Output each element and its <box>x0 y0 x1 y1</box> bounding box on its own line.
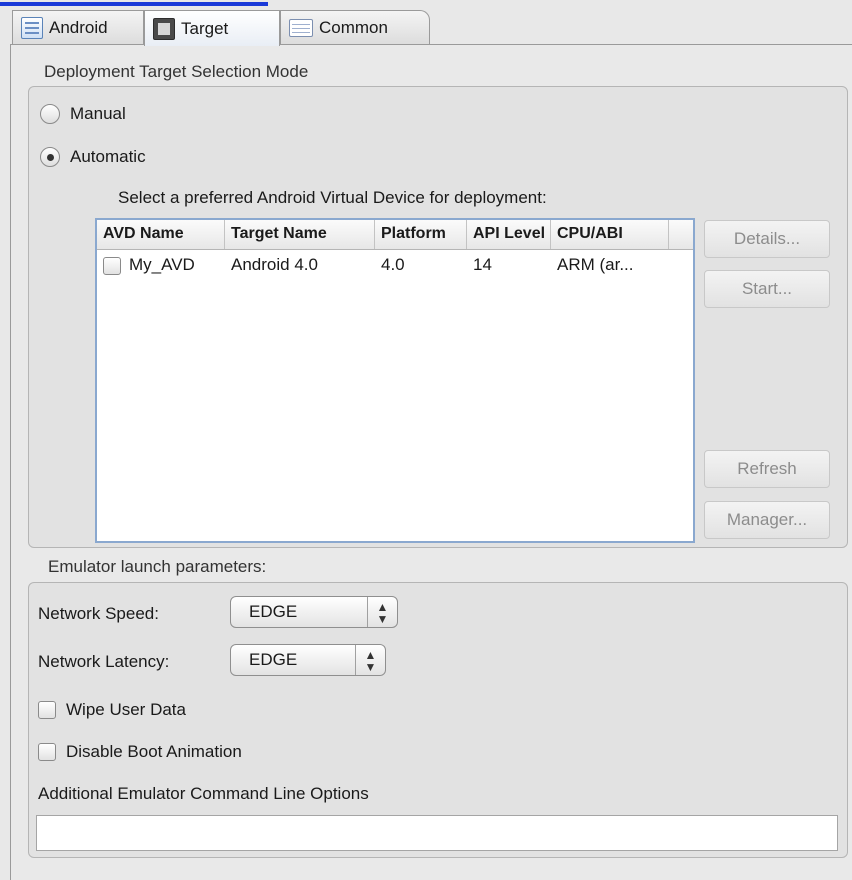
additional-options-input[interactable] <box>36 815 838 851</box>
column-header-avd-name[interactable]: AVD Name <box>97 220 225 249</box>
manual-radio[interactable] <box>40 104 60 124</box>
column-header-cpu-abi[interactable]: CPU/ABI <box>551 220 669 249</box>
details-button[interactable]: Details... <box>704 220 830 258</box>
column-header-target-name[interactable]: Target Name <box>225 220 375 249</box>
avd-table-header: AVD Name Target Name Platform API Level … <box>97 220 693 250</box>
manager-button[interactable]: Manager... <box>704 501 830 539</box>
tab-bar: Android Target Common <box>12 10 430 46</box>
tab-android-label: Android <box>49 18 108 37</box>
network-speed-label: Network Speed: <box>38 604 159 623</box>
refresh-button[interactable]: Refresh <box>704 450 830 488</box>
api-level-cell: 14 <box>473 255 492 274</box>
automatic-radio-row[interactable]: Automatic <box>40 147 146 167</box>
network-speed-select[interactable]: EDGE ▲ ▼ <box>230 596 398 628</box>
emulator-section-title: Emulator launch parameters: <box>48 557 267 576</box>
network-latency-value: EDGE <box>249 650 298 669</box>
tab-common[interactable]: Common <box>280 10 430 45</box>
avd-name-value: My_AVD <box>129 255 195 274</box>
common-settings-icon <box>289 19 313 37</box>
column-header-platform[interactable]: Platform <box>375 220 467 249</box>
disable-boot-animation-checkbox[interactable] <box>38 743 56 761</box>
disable-boot-animation-label: Disable Boot Animation <box>66 742 242 761</box>
target-device-icon <box>153 17 175 40</box>
wipe-user-data-label: Wipe User Data <box>66 700 186 719</box>
tab-android[interactable]: Android <box>12 10 144 45</box>
automatic-radio[interactable] <box>40 147 60 167</box>
tab-target[interactable]: Target <box>144 10 280 46</box>
updown-arrows-icon: ▲ ▼ <box>367 597 397 627</box>
avd-table[interactable]: AVD Name Target Name Platform API Level … <box>95 218 695 543</box>
disable-boot-animation-row[interactable]: Disable Boot Animation <box>38 742 242 762</box>
column-header-api-level[interactable]: API Level <box>467 220 551 249</box>
network-latency-select[interactable]: EDGE ▲ ▼ <box>230 644 386 676</box>
avd-row-checkbox[interactable] <box>103 256 121 275</box>
avd-name-cell: My_AVD <box>97 255 225 275</box>
manual-radio-row[interactable]: Manual <box>40 104 126 124</box>
start-button[interactable]: Start... <box>704 270 830 308</box>
header-link-underline[interactable] <box>0 0 268 6</box>
additional-options-label: Additional Emulator Command Line Options <box>38 784 369 803</box>
target-name-cell: Android 4.0 <box>231 255 318 274</box>
network-speed-value: EDGE <box>249 602 298 621</box>
manual-radio-label: Manual <box>70 104 126 123</box>
cpu-abi-cell: ARM (ar... <box>557 255 634 274</box>
network-latency-label: Network Latency: <box>38 652 170 671</box>
automatic-radio-label: Automatic <box>70 147 146 166</box>
wipe-user-data-row[interactable]: Wipe User Data <box>38 700 186 720</box>
tab-target-label: Target <box>181 18 229 38</box>
tab-common-label: Common <box>319 18 388 37</box>
updown-arrows-icon: ▲ ▼ <box>355 645 385 675</box>
platform-cell: 4.0 <box>381 255 405 274</box>
avd-prompt: Select a preferred Android Virtual Devic… <box>118 188 547 207</box>
wipe-user-data-checkbox[interactable] <box>38 701 56 719</box>
table-row[interactable]: My_AVD Android 4.0 4.0 14 ARM (ar... <box>97 250 693 280</box>
deployment-section-title: Deployment Target Selection Mode <box>44 62 309 81</box>
android-config-icon <box>21 17 43 39</box>
